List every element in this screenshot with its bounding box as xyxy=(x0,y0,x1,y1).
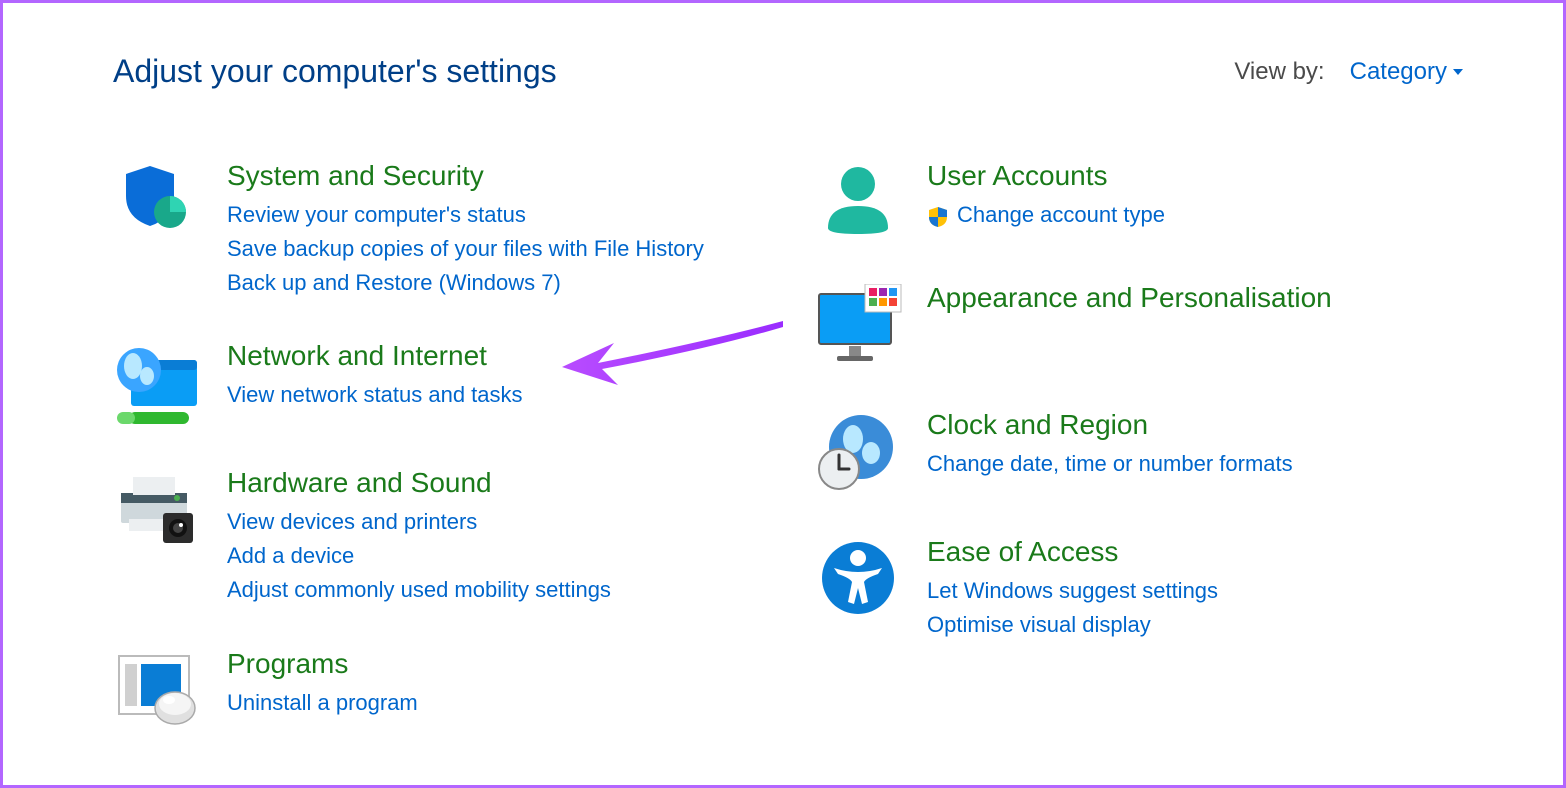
link-network-status[interactable]: View network status and tasks xyxy=(227,378,763,412)
category-title-ease-of-access[interactable]: Ease of Access xyxy=(927,536,1463,568)
link-review-status[interactable]: Review your computer's status xyxy=(227,198,763,232)
network-icon xyxy=(113,340,203,427)
category-title-appearance[interactable]: Appearance and Personalisation xyxy=(927,282,1463,314)
category-title-programs[interactable]: Programs xyxy=(227,648,763,680)
category-clock-region: Clock and Region Change date, time or nu… xyxy=(813,409,1463,496)
header-row: Adjust your computer's settings View by:… xyxy=(113,53,1463,90)
page-title: Adjust your computer's settings xyxy=(113,53,557,90)
link-change-account-type-text: Change account type xyxy=(957,198,1165,232)
view-by: View by: Category xyxy=(1234,58,1463,86)
category-title-hardware-sound[interactable]: Hardware and Sound xyxy=(227,467,763,499)
link-uninstall-program[interactable]: Uninstall a program xyxy=(227,686,763,720)
left-column: System and Security Review your computer… xyxy=(113,160,763,770)
category-title-user-accounts[interactable]: User Accounts xyxy=(927,160,1463,192)
chevron-down-icon xyxy=(1453,69,1463,75)
link-date-time-formats[interactable]: Change date, time or number formats xyxy=(927,447,1463,481)
user-icon xyxy=(813,160,903,242)
category-title-system-security[interactable]: System and Security xyxy=(227,160,763,192)
view-by-dropdown[interactable]: Category xyxy=(1350,58,1463,86)
category-system-security: System and Security Review your computer… xyxy=(113,160,763,300)
clock-globe-icon xyxy=(813,409,903,496)
view-by-label: View by: xyxy=(1234,58,1324,86)
link-optimise-display[interactable]: Optimise visual display xyxy=(927,608,1463,642)
link-mobility-settings[interactable]: Adjust commonly used mobility settings xyxy=(227,573,763,607)
accessibility-icon xyxy=(813,536,903,642)
category-appearance: Appearance and Personalisation xyxy=(813,282,1463,369)
view-by-value-text: Category xyxy=(1350,58,1447,86)
link-add-device[interactable]: Add a device xyxy=(227,539,763,573)
right-column: User Accounts Change account type xyxy=(813,160,1463,770)
category-title-clock-region[interactable]: Clock and Region xyxy=(927,409,1463,441)
uac-shield-icon xyxy=(927,204,949,226)
link-save-backup[interactable]: Save backup copies of your files with Fi… xyxy=(227,232,763,266)
category-user-accounts: User Accounts Change account type xyxy=(813,160,1463,242)
link-suggest-settings[interactable]: Let Windows suggest settings xyxy=(927,574,1463,608)
categories-grid: System and Security Review your computer… xyxy=(113,160,1463,770)
programs-icon xyxy=(113,648,203,730)
shield-icon xyxy=(113,160,203,300)
link-devices-printers[interactable]: View devices and printers xyxy=(227,505,763,539)
category-title-network-internet[interactable]: Network and Internet xyxy=(227,340,763,372)
printer-icon xyxy=(113,467,203,607)
category-programs: Programs Uninstall a program xyxy=(113,648,763,730)
link-backup-restore[interactable]: Back up and Restore (Windows 7) xyxy=(227,266,763,300)
category-ease-of-access: Ease of Access Let Windows suggest setti… xyxy=(813,536,1463,642)
category-network-internet: Network and Internet View network status… xyxy=(113,340,763,427)
monitor-icon xyxy=(813,282,903,369)
category-hardware-sound: Hardware and Sound View devices and prin… xyxy=(113,467,763,607)
link-change-account-type[interactable]: Change account type xyxy=(927,198,1463,232)
